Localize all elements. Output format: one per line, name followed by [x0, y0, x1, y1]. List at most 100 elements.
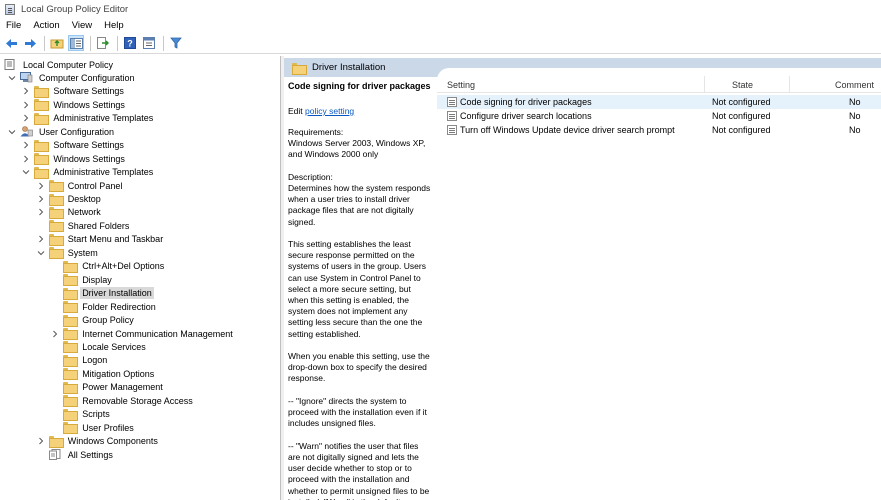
menu-action[interactable]: Action — [27, 20, 65, 31]
menu-file[interactable]: File — [0, 20, 27, 31]
chevron-right-icon[interactable] — [36, 436, 46, 446]
properties-icon[interactable] — [141, 35, 157, 51]
tree-item[interactable]: Windows Settings — [21, 98, 127, 111]
tree-item-label: Removable Storage Access — [82, 395, 193, 406]
help-icon[interactable]: ? — [122, 35, 138, 51]
tree-item-label: Power Management — [82, 382, 163, 393]
tree-item[interactable]: System — [36, 246, 100, 259]
tree-item[interactable]: Network — [36, 206, 103, 219]
column-divider[interactable] — [789, 76, 790, 93]
tree-item[interactable]: Windows Settings — [21, 152, 127, 165]
setting-comment: No — [849, 111, 861, 122]
table-row[interactable]: Code signing for driver packages Not conf… — [437, 95, 881, 109]
chevron-right-icon[interactable] — [21, 100, 31, 110]
edit-policy-setting-link[interactable]: policy setting — [305, 106, 354, 116]
tree-item-label: Desktop — [67, 194, 101, 204]
tree-item[interactable]: Start Menu and Taskbar — [36, 233, 165, 246]
toolbar-separator — [44, 35, 45, 51]
menu-help[interactable]: Help — [98, 20, 130, 31]
tree-item[interactable]: Logon — [50, 354, 109, 367]
forward-icon[interactable] — [22, 35, 38, 51]
tree-item-label: All Settings — [67, 449, 113, 460]
column-header-comment[interactable]: Comment — [835, 76, 874, 93]
tree-item-label: Folder Redirection — [82, 301, 156, 312]
tree-item[interactable]: Group Policy — [50, 314, 136, 327]
tree-item-label: User Profiles — [82, 422, 134, 433]
setting-name: Configure driver search locations — [460, 111, 592, 122]
column-header-state[interactable]: State — [732, 76, 753, 93]
tree-item[interactable]: Locale Services — [50, 340, 148, 353]
tree-item[interactable]: Windows Components — [36, 435, 160, 448]
tree-item-label: Ctrl+Alt+Del Options — [82, 261, 165, 272]
toolbar-separator — [117, 35, 118, 51]
tree-item-label: Windows Components — [67, 436, 158, 447]
tree-item[interactable]: Control Panel — [36, 179, 125, 192]
selected-setting-title: Code signing for driver packages — [288, 81, 431, 91]
tree-item[interactable]: Administrative Templates — [21, 166, 155, 179]
tree-item[interactable]: Internet Communication Management — [50, 327, 235, 340]
chevron-right-icon[interactable] — [36, 207, 46, 217]
chevron-down-icon[interactable] — [7, 127, 17, 137]
setting-comment: No — [849, 125, 861, 136]
chevron-right-icon[interactable] — [21, 86, 31, 96]
folder-icon — [49, 436, 63, 447]
column-header-setting[interactable]: Setting — [447, 76, 475, 93]
tree-item[interactable]: Driver Installation — [50, 287, 154, 300]
chevron-right-icon[interactable] — [36, 194, 46, 204]
tree-item[interactable]: Administrative Templates — [21, 112, 155, 125]
menu-view[interactable]: View — [66, 20, 98, 31]
table-row[interactable]: Turn off Windows Update device driver se… — [437, 123, 881, 137]
policy-setting-icon — [447, 125, 457, 136]
tree-item-label: Mitigation Options — [82, 368, 155, 379]
folder-icon — [49, 207, 63, 218]
table-row[interactable]: Configure driver search locations Not con… — [437, 109, 881, 123]
tree-item[interactable]: Display — [50, 273, 114, 286]
tree-item[interactable]: Shared Folders — [36, 219, 132, 232]
tree-item[interactable]: Ctrl+Alt+Del Options — [50, 260, 166, 273]
chevron-down-icon[interactable] — [7, 73, 17, 83]
chevron-right-icon[interactable] — [36, 181, 46, 191]
tree-item[interactable]: Mitigation Options — [50, 367, 156, 380]
chevron-down-icon[interactable] — [21, 167, 31, 177]
toolbar-separator — [163, 35, 164, 51]
tree-item[interactable]: All Settings — [36, 448, 115, 461]
chevron-right-icon[interactable] — [21, 154, 31, 164]
folder-icon — [63, 341, 77, 352]
show-hide-tree-icon[interactable] — [68, 35, 84, 51]
column-divider[interactable] — [704, 76, 705, 93]
filter-icon[interactable] — [168, 35, 184, 51]
tree-item[interactable]: Desktop — [36, 193, 103, 206]
tree-item[interactable]: User Configuration — [7, 125, 116, 138]
tree-item[interactable]: Computer Configuration — [7, 71, 137, 84]
export-list-icon[interactable] — [95, 35, 111, 51]
back-icon[interactable] — [3, 35, 19, 51]
tree-item[interactable]: Scripts — [50, 408, 112, 421]
tree-item[interactable]: User Profiles — [50, 421, 136, 434]
tree-item[interactable]: Folder Redirection — [50, 300, 158, 313]
folder-icon — [49, 234, 63, 245]
chevron-right-icon[interactable] — [21, 140, 31, 150]
tree-item-label: System — [67, 247, 98, 258]
tree-item[interactable]: Power Management — [50, 381, 165, 394]
chevron-right-icon[interactable] — [50, 329, 60, 339]
tree-item[interactable]: Removable Storage Access — [50, 394, 195, 407]
chevron-right-icon[interactable] — [21, 113, 31, 123]
menu-bar: File Action View Help — [0, 18, 881, 33]
tree-item[interactable]: Local Computer Policy — [4, 58, 115, 71]
up-folder-icon[interactable] — [49, 35, 65, 51]
folder-icon — [63, 422, 77, 433]
folder-icon — [34, 153, 48, 164]
chevron-right-icon[interactable] — [36, 234, 46, 244]
tree-item-label: Administrative Templates — [53, 113, 154, 124]
chevron-down-icon[interactable] — [36, 248, 46, 258]
tree-item[interactable]: Software Settings — [21, 139, 126, 152]
setting-description: Requirements: Windows Server 2003, Windo… — [288, 127, 431, 500]
tree-item[interactable]: Software Settings — [21, 85, 126, 98]
folder-icon — [63, 355, 77, 366]
all-settings-icon — [48, 449, 63, 461]
